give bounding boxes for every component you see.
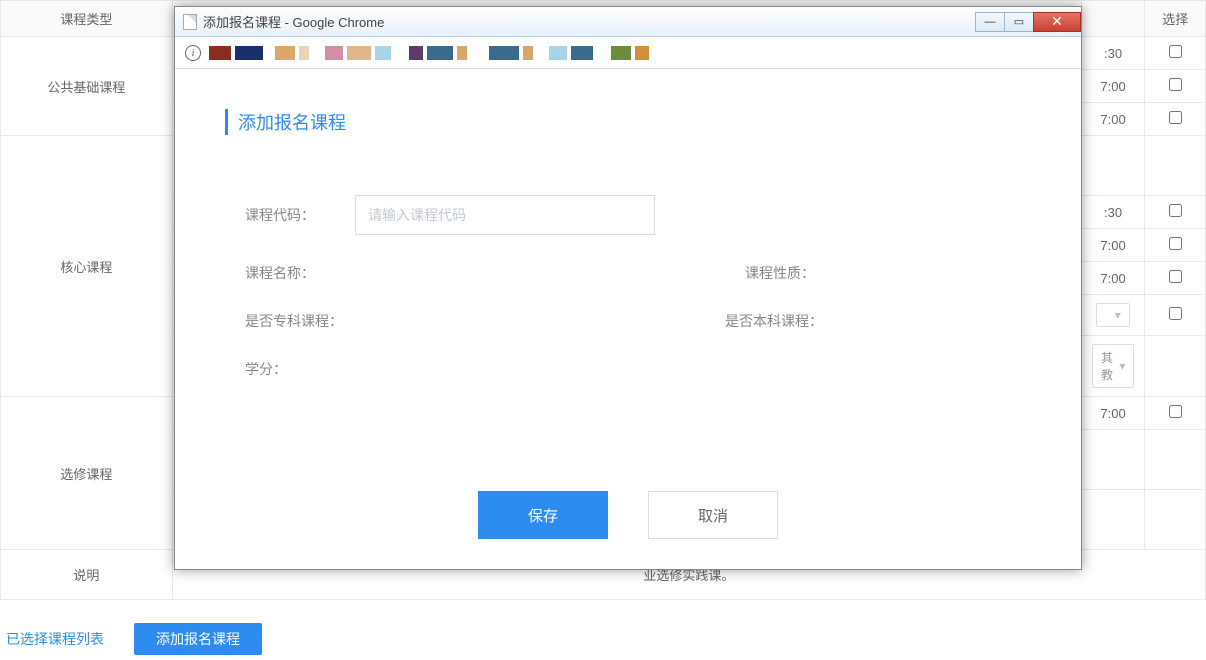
select-checkbox[interactable] [1169, 45, 1182, 58]
window-title: 添加报名课程 - Google Chrome [203, 12, 975, 31]
category-public-basic: 公共基础课程 [1, 37, 173, 136]
time-cell [1081, 430, 1145, 490]
add-enrollment-course-button[interactable]: 添加报名课程 [134, 623, 262, 655]
time-cell: 7:00 [1081, 103, 1145, 136]
time-cell: 其教 [1081, 336, 1145, 397]
label-course-name: 课程名称： [245, 263, 355, 283]
select-checkbox[interactable] [1169, 270, 1182, 283]
url-redacted [209, 46, 649, 60]
section-title: 添加报名课程 [225, 109, 1031, 135]
popup-body: 添加报名课程 课程代码： 课程名称： 课程性质： 是否专科课程： [175, 69, 1081, 471]
time-cell: 7:00 [1081, 397, 1145, 430]
maximize-button[interactable]: ▭ [1004, 12, 1034, 32]
minimize-button[interactable]: — [975, 12, 1005, 32]
add-course-popup: 添加报名课程 - Google Chrome — ▭ ✕ i [174, 6, 1082, 570]
label-course-nature: 课程性质： [745, 263, 855, 283]
course-code-input[interactable] [355, 195, 655, 235]
close-button[interactable]: ✕ [1033, 12, 1081, 32]
time-cell: 7:00 [1081, 70, 1145, 103]
dropdown-other[interactable]: 其教 [1092, 344, 1135, 388]
page-icon [183, 14, 197, 30]
category-elective: 选修课程 [1, 397, 173, 550]
bottom-bar: 已选择课程列表 添加报名课程 [0, 618, 1206, 660]
category-core: 核心课程 [1, 136, 173, 397]
select-checkbox[interactable] [1169, 111, 1182, 124]
select-checkbox[interactable] [1169, 237, 1182, 250]
select-checkbox[interactable] [1169, 307, 1182, 320]
label-course-code: 课程代码： [245, 205, 355, 225]
select-checkbox[interactable] [1169, 204, 1182, 217]
label-is-junior: 是否专科课程： [245, 311, 375, 331]
time-cell [1081, 136, 1145, 196]
header-category: 课程类型 [1, 1, 173, 37]
address-bar[interactable]: i [175, 37, 1081, 69]
header-select: 选择 [1145, 1, 1206, 37]
label-credit: 学分： [245, 359, 355, 379]
save-button[interactable]: 保存 [478, 491, 608, 539]
header-time [1081, 1, 1145, 37]
cancel-button[interactable]: 取消 [648, 491, 778, 539]
time-cell: 7:00 [1081, 229, 1145, 262]
select-checkbox[interactable] [1169, 405, 1182, 418]
select-checkbox[interactable] [1169, 78, 1182, 91]
form-area: 课程代码： 课程名称： 课程性质： 是否专科课程： 是否本科课程： [225, 195, 1031, 379]
category-note: 说明 [1, 550, 173, 600]
info-icon[interactable]: i [185, 45, 201, 61]
label-is-bachelor: 是否本科课程： [725, 311, 855, 331]
window-titlebar[interactable]: 添加报名课程 - Google Chrome — ▭ ✕ [175, 7, 1081, 37]
time-cell: :30 [1081, 37, 1145, 70]
selected-courses-link[interactable]: 已选择课程列表 [6, 629, 104, 649]
time-cell [1081, 490, 1145, 550]
window-controls: — ▭ ✕ [975, 12, 1081, 32]
time-cell: :30 [1081, 196, 1145, 229]
popup-actions: 保存 取消 [175, 471, 1081, 569]
